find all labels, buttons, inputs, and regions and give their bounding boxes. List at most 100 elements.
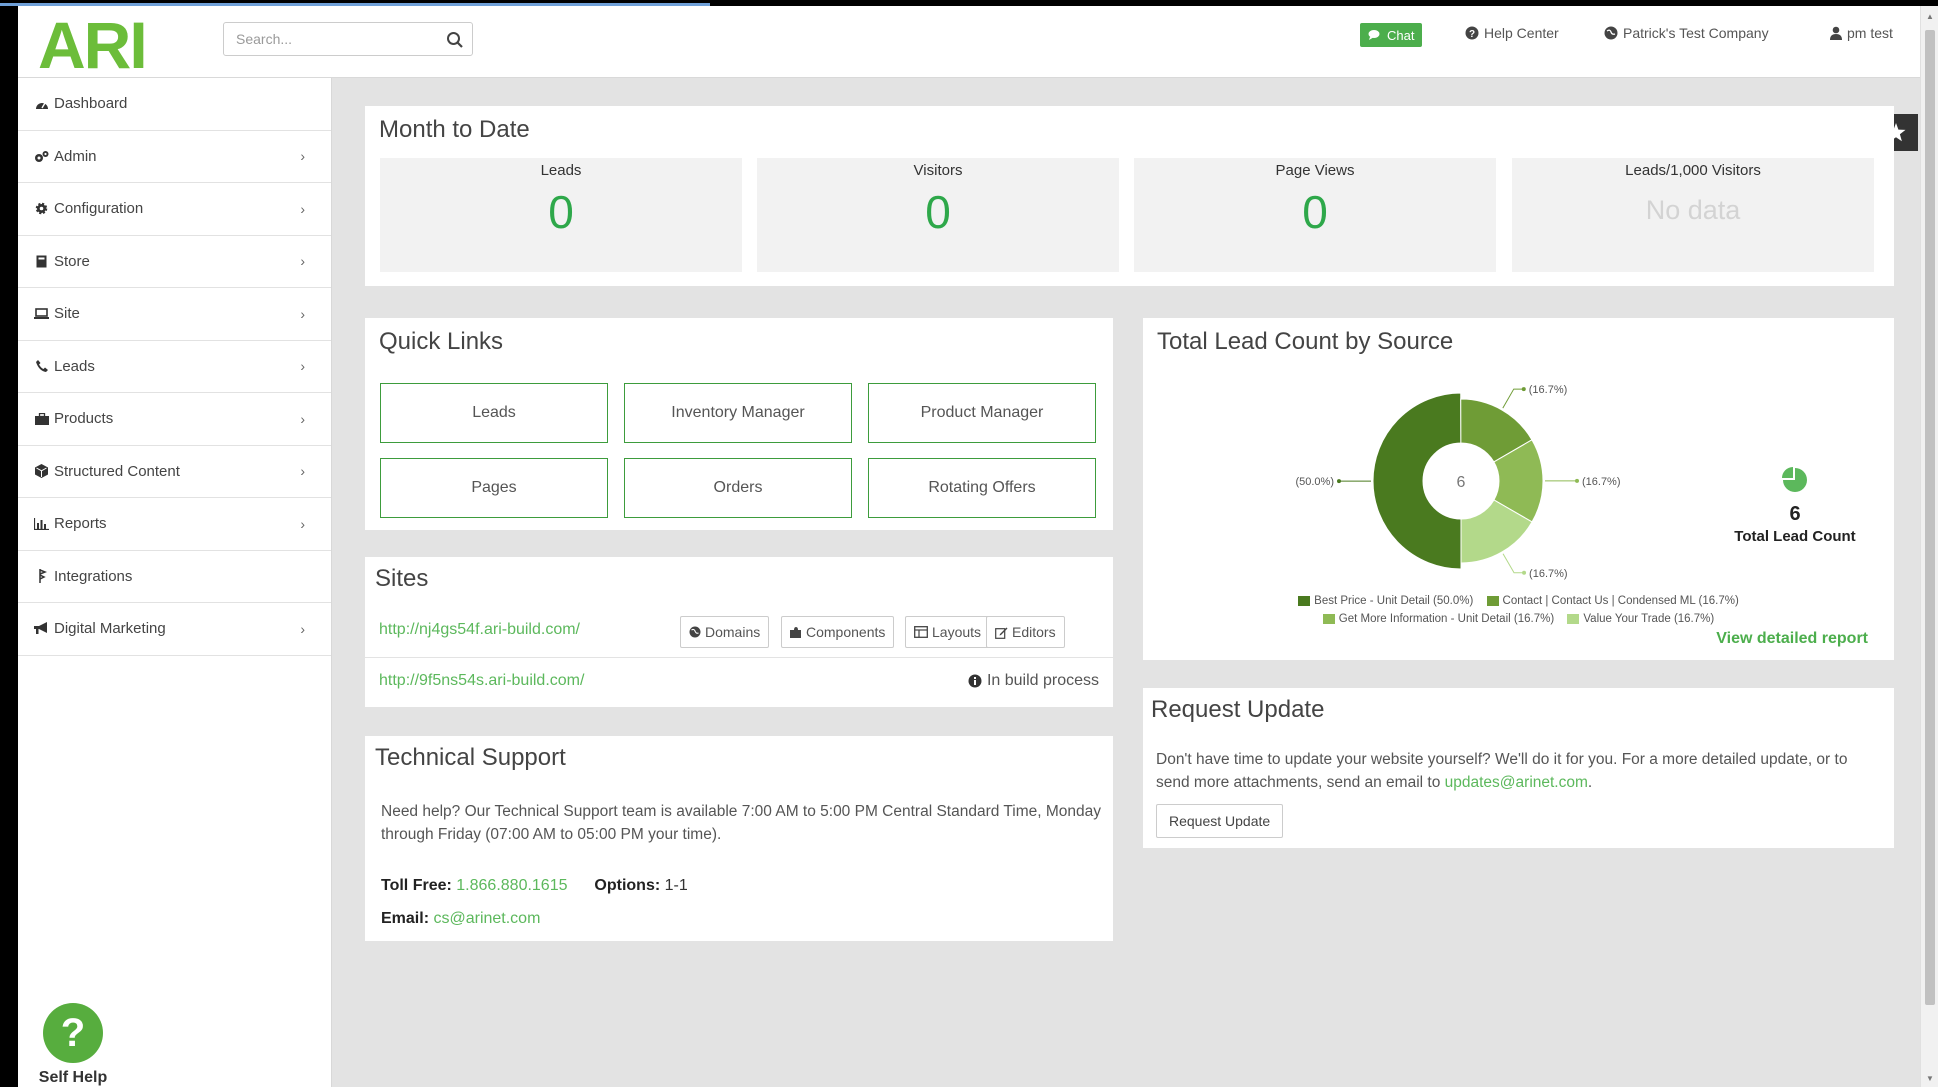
quick-link-leads[interactable]: Leads bbox=[380, 383, 608, 443]
sidebar-item-dashboard[interactable]: Dashboard bbox=[18, 78, 331, 131]
legend-item[interactable]: Contact | Contact Us | Condensed ML (16.… bbox=[1486, 595, 1739, 607]
request-update-description: Don't have time to update your website y… bbox=[1156, 748, 1881, 794]
globe-icon bbox=[689, 626, 701, 638]
sidebar-item-label: Configuration bbox=[54, 200, 144, 218]
sidebar-item-products[interactable]: Products › bbox=[18, 393, 331, 446]
updates-email-link[interactable]: updates@arinet.com bbox=[1445, 774, 1588, 791]
sidebar-item-label: Admin bbox=[54, 147, 97, 165]
slice-leader-line bbox=[1502, 553, 1525, 574]
domains-button[interactable]: Domains bbox=[680, 616, 770, 648]
email-row: Email: cs@arinet.com bbox=[381, 910, 540, 928]
toll-free-label: Toll Free: bbox=[381, 877, 452, 894]
search-icon[interactable] bbox=[446, 31, 464, 49]
legend-item[interactable]: Best Price - Unit Detail (50.0%) bbox=[1298, 595, 1473, 607]
build-status-label: In build process bbox=[986, 672, 1099, 689]
legend-label: Contact | Contact Us | Condensed ML (16.… bbox=[1502, 595, 1739, 607]
slice-leader-line bbox=[1502, 388, 1524, 409]
self-help-widget[interactable]: ? Self Help bbox=[38, 1003, 108, 1087]
dashboard-icon bbox=[34, 96, 49, 111]
legend-item[interactable]: Value Your Trade (16.7%) bbox=[1567, 613, 1714, 625]
bar-chart-icon bbox=[34, 516, 49, 531]
description-end: . bbox=[1587, 774, 1593, 791]
slice-percent-label: (16.7%) bbox=[1529, 384, 1568, 396]
total-lead-caption: Total Lead Count bbox=[1734, 528, 1856, 545]
stat-value: 0 bbox=[1302, 186, 1328, 238]
stat-leads-per-1000: Leads/1,000 Visitors No data bbox=[1512, 158, 1874, 272]
site-url-link[interactable]: http://nj4gs54f.ari-build.com/ bbox=[379, 621, 580, 639]
sidebar-item-reports[interactable]: Reports › bbox=[18, 498, 331, 551]
search-input[interactable] bbox=[224, 23, 424, 55]
sidebar-item-leads[interactable]: Leads › bbox=[18, 341, 331, 393]
sidebar-item-label: Leads bbox=[54, 357, 95, 375]
slice-leader-dot bbox=[1574, 478, 1579, 483]
layouts-button[interactable]: Layouts bbox=[905, 616, 991, 648]
lead-count-panel: Total Lead Count by Source (50.0%) (16.7%… bbox=[1143, 318, 1894, 660]
sidebar-item-digital-marketing[interactable]: Digital Marketing › bbox=[18, 603, 331, 656]
chevron-right-icon: › bbox=[300, 463, 305, 480]
scrollbar-thumb[interactable] bbox=[1925, 30, 1935, 1005]
quick-link-orders[interactable]: Orders bbox=[624, 458, 852, 518]
sidebar-item-label: Structured Content bbox=[54, 462, 180, 480]
view-detailed-report-link[interactable]: View detailed report bbox=[1716, 630, 1868, 648]
legend-swatch bbox=[1486, 596, 1499, 606]
site-url-link[interactable]: http://9f5ns54s.ari-build.com/ bbox=[379, 672, 584, 690]
options-label: Options: bbox=[594, 877, 661, 894]
chat-button[interactable]: Chat bbox=[1360, 23, 1423, 47]
scroll-down-arrow[interactable]: ▼ bbox=[1925, 1074, 1935, 1083]
technical-support-panel: Technical Support Need help? Our Technic… bbox=[365, 736, 1113, 941]
sidebar-item-configuration[interactable]: Configuration › bbox=[18, 183, 331, 236]
top-header: ARI Chat ? Help Center Patrick's Test Co… bbox=[18, 6, 1938, 78]
help-center-link[interactable]: ? Help Center bbox=[1465, 25, 1559, 41]
user-menu[interactable]: pm test bbox=[1830, 25, 1893, 41]
edit-icon bbox=[995, 627, 1008, 639]
company-selector[interactable]: Patrick's Test Company bbox=[1604, 25, 1769, 41]
build-status: In build process bbox=[968, 672, 1099, 690]
quick-link-pages[interactable]: Pages bbox=[380, 458, 608, 518]
donut-slice[interactable] bbox=[1372, 392, 1462, 570]
stat-page-views: Page Views 0 bbox=[1134, 158, 1496, 272]
chevron-right-icon: › bbox=[300, 305, 305, 322]
sidebar-item-site[interactable]: Site › bbox=[18, 288, 331, 341]
stat-label: Page Views bbox=[1275, 162, 1355, 179]
sidebar-item-admin[interactable]: Admin › bbox=[18, 131, 331, 183]
puzzle-icon bbox=[790, 627, 801, 638]
ari-logo[interactable]: ARI bbox=[36, 12, 194, 72]
stat-value: 0 bbox=[548, 186, 574, 238]
toll-free-link[interactable]: 1.866.880.1615 bbox=[456, 877, 567, 894]
cogs-icon bbox=[34, 149, 49, 164]
sidebar-item-label: Products bbox=[54, 410, 114, 428]
quick-link-inventory-manager[interactable]: Inventory Manager bbox=[624, 383, 852, 443]
help-center-label: Help Center bbox=[1484, 25, 1559, 41]
sidebar-item-integrations[interactable]: Integrations bbox=[18, 551, 331, 603]
user-label: pm test bbox=[1847, 25, 1893, 41]
slice-leader-dot bbox=[1521, 387, 1526, 392]
scroll-up-arrow[interactable]: ▲ bbox=[1925, 12, 1935, 21]
chevron-right-icon: › bbox=[300, 148, 305, 165]
quick-link-rotating-offers[interactable]: Rotating Offers bbox=[868, 458, 1096, 518]
total-lead-count: 6 Total Lead Count bbox=[1720, 466, 1870, 545]
request-update-button[interactable]: Request Update bbox=[1156, 804, 1284, 838]
support-email-link[interactable]: cs@arinet.com bbox=[433, 910, 540, 927]
site-row: http://nj4gs54f.ari-build.com/ Domains C… bbox=[365, 607, 1113, 655]
panel-title: Quick Links bbox=[379, 328, 504, 355]
legend-item[interactable]: Get More Information - Unit Detail (16.7… bbox=[1322, 613, 1554, 625]
app-page: ARI Chat ? Help Center Patrick's Test Co… bbox=[18, 6, 1938, 1087]
sidebar-item-structured-content[interactable]: Structured Content › bbox=[18, 446, 331, 498]
chevron-right-icon: › bbox=[300, 620, 305, 637]
sidebar-item-store[interactable]: Store › bbox=[18, 236, 331, 288]
page-scrollbar[interactable]: ▲ ▼ bbox=[1920, 6, 1938, 1087]
pie-chart-icon bbox=[1782, 467, 1807, 492]
sites-panel: Sites http://nj4gs54f.ari-build.com/ Dom… bbox=[365, 557, 1113, 707]
stat-label: Leads bbox=[540, 162, 582, 179]
options-value: 1-1 bbox=[664, 877, 688, 894]
components-button[interactable]: Components bbox=[781, 616, 895, 648]
stat-label: Leads/1,000 Visitors bbox=[1625, 162, 1761, 179]
donut-center-label: 6 bbox=[1457, 474, 1466, 491]
stat-label: Visitors bbox=[913, 162, 963, 179]
svg-text:?: ? bbox=[1469, 29, 1475, 40]
chevron-right-icon: › bbox=[300, 515, 305, 532]
quick-link-product-manager[interactable]: Product Manager bbox=[868, 383, 1096, 443]
editors-button[interactable]: Editors bbox=[986, 616, 1065, 648]
month-to-date-panel: Month to Date Leads 0 Visitors 0 Page Vi… bbox=[365, 106, 1894, 286]
book-icon bbox=[34, 254, 49, 269]
